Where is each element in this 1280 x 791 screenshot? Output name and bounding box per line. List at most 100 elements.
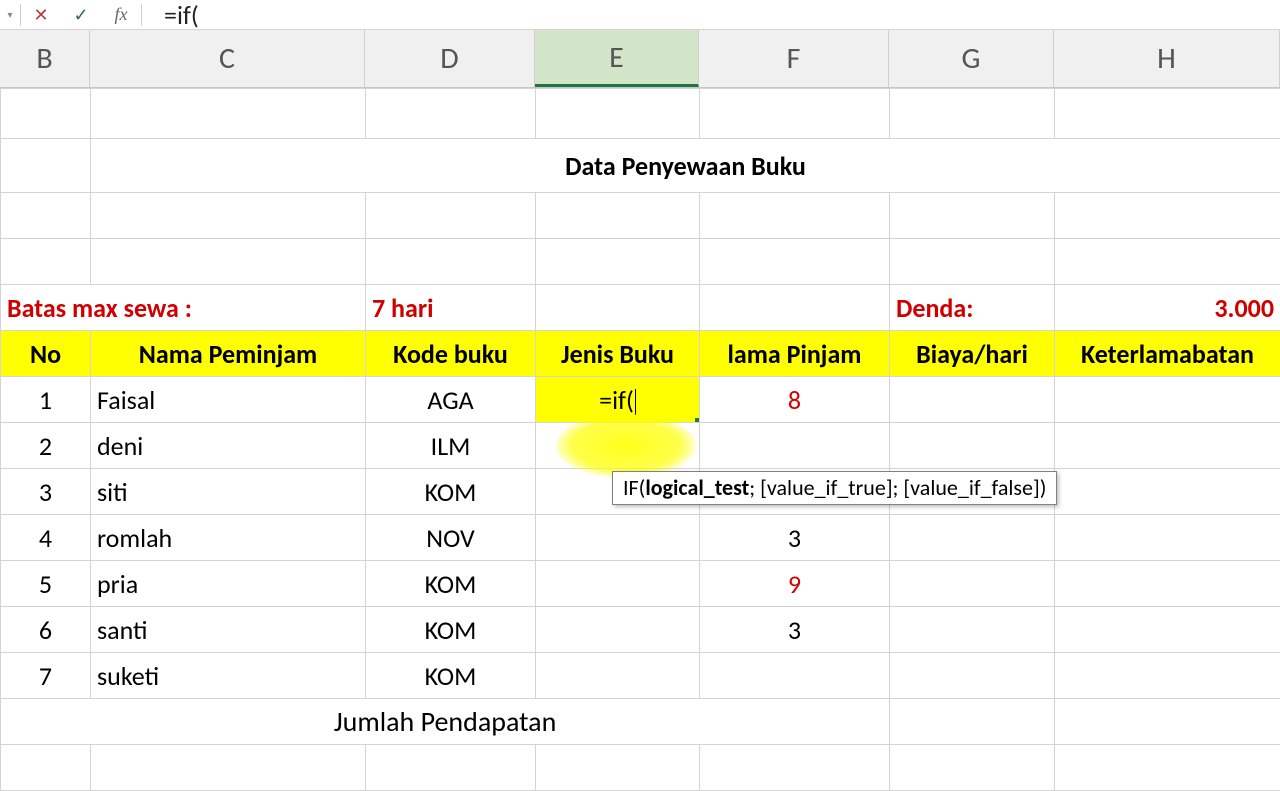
cell-blank[interactable] xyxy=(91,89,366,139)
cell-nama[interactable]: suketi xyxy=(91,653,366,699)
column-header-D[interactable]: D xyxy=(365,30,535,87)
cell-blank[interactable] xyxy=(366,193,536,239)
formula-input[interactable]: =if( xyxy=(142,0,1280,31)
cell-nama[interactable]: Faisal xyxy=(91,377,366,423)
cell-blank[interactable] xyxy=(536,745,700,791)
cell-blank[interactable] xyxy=(1,193,91,239)
max-sewa-label: Batas max sewa : xyxy=(1,285,366,331)
hdr-kode: Kode buku xyxy=(366,331,536,377)
column-header-F[interactable]: F xyxy=(699,30,889,87)
cell-blank[interactable] xyxy=(700,239,890,285)
cell-blank[interactable] xyxy=(536,89,700,139)
cell-lama[interactable]: 8 xyxy=(700,377,890,423)
cell-blank[interactable] xyxy=(890,239,1055,285)
cell-no[interactable]: 5 xyxy=(1,561,91,607)
cell-keterlambatan[interactable] xyxy=(1055,423,1280,469)
cell-blank[interactable] xyxy=(700,193,890,239)
cell-keterlambatan[interactable] xyxy=(1055,653,1280,699)
cell-kode[interactable]: AGA xyxy=(366,377,536,423)
column-headers: BCDEFGH xyxy=(0,30,1280,88)
cell-lama[interactable]: 3 xyxy=(700,607,890,653)
cell-blank[interactable] xyxy=(366,89,536,139)
cell-kode[interactable]: KOM xyxy=(366,469,536,515)
cell-keterlambatan[interactable] xyxy=(1055,469,1280,515)
cell-biaya[interactable] xyxy=(890,423,1055,469)
max-sewa-value: 7 hari xyxy=(366,285,536,331)
cancel-icon[interactable]: ✕ xyxy=(21,2,61,28)
cell-lama[interactable]: 3 xyxy=(700,515,890,561)
cell-blank[interactable] xyxy=(1,239,91,285)
hdr-keter: Keterlamabatan xyxy=(1055,331,1280,377)
cell-jenis[interactable] xyxy=(536,515,700,561)
cell-keterlambatan[interactable] xyxy=(1055,515,1280,561)
name-box-dropdown-icon[interactable]: ▾ xyxy=(0,2,20,28)
cell-jenis[interactable] xyxy=(536,607,700,653)
cell-kode[interactable]: NOV xyxy=(366,515,536,561)
cell-blank[interactable] xyxy=(91,193,366,239)
cell-blank[interactable] xyxy=(536,239,700,285)
cell-kode[interactable]: KOM xyxy=(366,607,536,653)
cell-nama[interactable]: deni xyxy=(91,423,366,469)
cell-lama[interactable] xyxy=(700,653,890,699)
enter-icon[interactable]: ✓ xyxy=(61,2,101,28)
cell-blank[interactable] xyxy=(700,745,890,791)
cell-jenis-editing[interactable]: =if( xyxy=(536,377,700,423)
cell-no[interactable]: 2 xyxy=(1,423,91,469)
cell-lama[interactable] xyxy=(700,423,890,469)
hdr-jenis: Jenis Buku xyxy=(536,331,700,377)
cell-nama[interactable]: santi xyxy=(91,607,366,653)
cell-kode[interactable]: ILM xyxy=(366,423,536,469)
cell-blank[interactable] xyxy=(890,745,1055,791)
cell-blank[interactable] xyxy=(91,239,366,285)
cell-no[interactable]: 7 xyxy=(1,653,91,699)
cell-keterlambatan[interactable] xyxy=(1055,561,1280,607)
cell-kode[interactable]: KOM xyxy=(366,653,536,699)
cell-biaya[interactable] xyxy=(890,561,1055,607)
sheet-title: Data Penyewaan Buku xyxy=(91,139,1280,193)
cell-blank[interactable] xyxy=(366,745,536,791)
cell-lama[interactable]: 9 xyxy=(700,561,890,607)
cell-biaya[interactable] xyxy=(890,653,1055,699)
cell-keterlambatan[interactable] xyxy=(1055,607,1280,653)
cell-no[interactable]: 6 xyxy=(1,607,91,653)
column-header-E[interactable]: E xyxy=(535,30,699,87)
denda-value: 3.000 xyxy=(1055,285,1280,331)
cell-nama[interactable]: siti xyxy=(91,469,366,515)
column-header-C[interactable]: C xyxy=(90,30,365,87)
cell-kode[interactable]: KOM xyxy=(366,561,536,607)
spreadsheet-grid[interactable]: Data Penyewaan Buku Batas max sewa :7 har… xyxy=(0,88,1280,791)
hdr-no: No xyxy=(1,331,91,377)
cell-blank[interactable] xyxy=(1,745,91,791)
cell-blank[interactable] xyxy=(1055,239,1280,285)
cell-jenis[interactable] xyxy=(536,561,700,607)
cell-jenis[interactable] xyxy=(536,653,700,699)
cell-blank[interactable] xyxy=(890,89,1055,139)
cell-jenis[interactable] xyxy=(536,423,700,469)
cell-nama[interactable]: pria xyxy=(91,561,366,607)
cell-blank[interactable] xyxy=(1,139,91,193)
footer-jumlah: Jumlah Pendapatan xyxy=(1,699,890,745)
function-tooltip: IF(logical_test; [value_if_true]; [value… xyxy=(612,471,1057,505)
cell-blank[interactable] xyxy=(1055,89,1280,139)
cell-biaya[interactable] xyxy=(890,515,1055,561)
cell-biaya[interactable] xyxy=(890,607,1055,653)
cell-no[interactable]: 1 xyxy=(1,377,91,423)
cell-no[interactable]: 4 xyxy=(1,515,91,561)
cell-blank[interactable] xyxy=(1,89,91,139)
cell-blank[interactable] xyxy=(890,193,1055,239)
cell-blank[interactable] xyxy=(366,239,536,285)
cell-keterlambatan[interactable] xyxy=(1055,377,1280,423)
column-header-G[interactable]: G xyxy=(889,30,1054,87)
cell-nama[interactable]: romlah xyxy=(91,515,366,561)
cell-blank[interactable] xyxy=(700,89,890,139)
cell-blank[interactable] xyxy=(1055,193,1280,239)
fx-icon[interactable]: fx xyxy=(101,2,141,28)
cell-blank[interactable] xyxy=(536,193,700,239)
denda-label: Denda: xyxy=(890,285,1055,331)
cell-blank[interactable] xyxy=(1055,745,1280,791)
cell-biaya[interactable] xyxy=(890,377,1055,423)
column-header-H[interactable]: H xyxy=(1054,30,1280,87)
cell-blank[interactable] xyxy=(91,745,366,791)
cell-no[interactable]: 3 xyxy=(1,469,91,515)
column-header-B[interactable]: B xyxy=(0,30,90,87)
